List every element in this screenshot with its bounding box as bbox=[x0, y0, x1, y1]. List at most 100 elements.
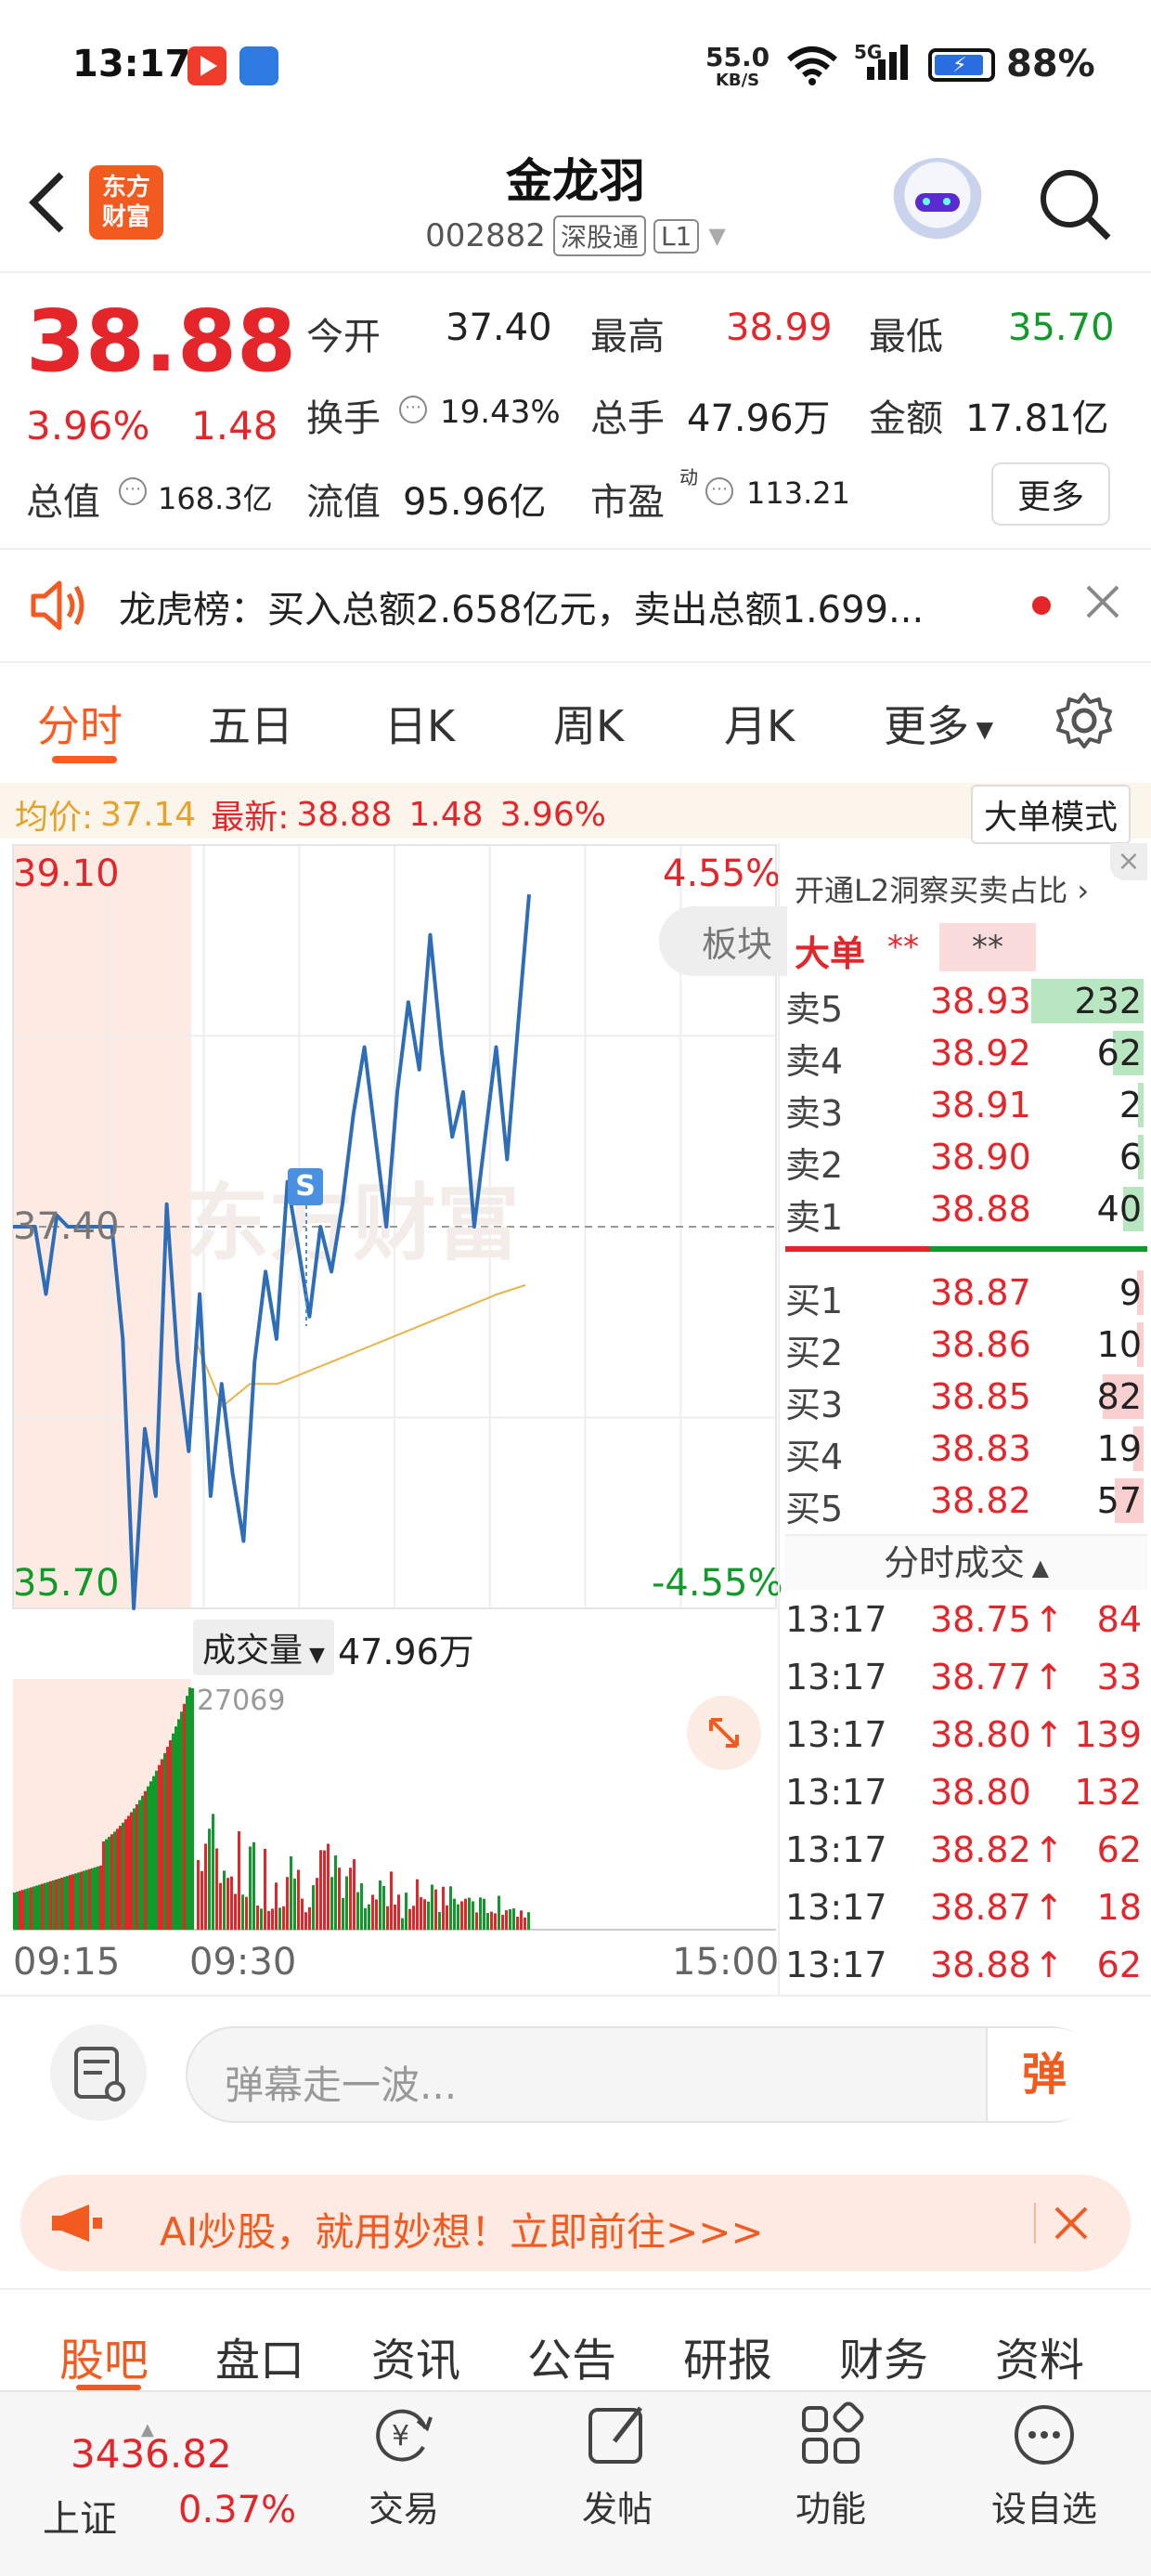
volume-bar bbox=[431, 1884, 433, 1930]
comment-input[interactable]: 弹幕走一波... 弹 bbox=[186, 2026, 1101, 2123]
bid-row[interactable]: 买1 38.87 9 bbox=[785, 1267, 1144, 1321]
info-icon[interactable]: ⋯ bbox=[119, 477, 147, 505]
tab-forum[interactable]: 股吧 bbox=[59, 2323, 149, 2388]
assistant-avatar[interactable] bbox=[891, 158, 984, 251]
ask-row[interactable]: 卖3 38.91 2 bbox=[785, 1079, 1144, 1134]
expand-button[interactable] bbox=[687, 1696, 761, 1770]
volume-header[interactable]: 成交量 ▼ bbox=[193, 1620, 334, 1675]
close-icon[interactable]: × bbox=[1110, 843, 1147, 880]
volume-bar bbox=[80, 1871, 83, 1930]
trade-vol: 33 bbox=[1096, 1657, 1142, 1698]
ad-banner[interactable]: AI炒股，就用妙想！立即前往>>> bbox=[20, 2175, 1131, 2271]
trades-title: 分时成交 bbox=[883, 1542, 1025, 1583]
volume-bar bbox=[122, 1822, 124, 1930]
tab-intraday[interactable]: 分时 bbox=[37, 693, 123, 754]
ask-label: 卖4 bbox=[785, 1041, 844, 1082]
volume-bar bbox=[408, 1908, 411, 1930]
search-button[interactable] bbox=[1036, 165, 1114, 247]
tab-monthly-k[interactable]: 月K bbox=[724, 693, 795, 754]
info-icon[interactable]: ⋯ bbox=[399, 396, 427, 423]
top-pct-label: 4.55% bbox=[663, 852, 782, 895]
trade-vol: 18 bbox=[1096, 1887, 1142, 1928]
volume-bar bbox=[486, 1913, 489, 1930]
l2-link[interactable]: 开通L2洞察买卖占比 › bbox=[795, 867, 1089, 910]
intraday-chart[interactable]: 东方财富 39.10 4.55% 37.40 35.70 -4.55% 板块 S bbox=[0, 843, 787, 1614]
level-tag: L1 bbox=[653, 218, 700, 254]
tab-announcements[interactable]: 公告 bbox=[527, 2323, 616, 2388]
close-icon[interactable] bbox=[1084, 583, 1121, 624]
tab-financials[interactable]: 财务 bbox=[839, 2323, 928, 2388]
ask-row[interactable]: 卖4 38.92 62 bbox=[785, 1027, 1144, 1082]
notice-bar[interactable]: 龙虎榜：买入总额2.658亿元，卖出总额1.699... bbox=[0, 548, 1151, 663]
ask-row[interactable]: 卖2 38.90 6 bbox=[785, 1131, 1144, 1186]
trade-time: 13:17 bbox=[785, 1829, 887, 1870]
ask-row[interactable]: 卖5 38.93 232 bbox=[785, 975, 1144, 1030]
trade-vol: 84 bbox=[1096, 1599, 1142, 1640]
more-circle-icon bbox=[1015, 2405, 1074, 2465]
trades-header[interactable]: 分时成交 ▲ bbox=[785, 1534, 1147, 1590]
volume-bar bbox=[520, 1910, 523, 1930]
bid-row[interactable]: 买5 38.82 57 bbox=[785, 1475, 1144, 1529]
megaphone-icon bbox=[48, 2201, 108, 2249]
tab-more[interactable]: 更多 ▼ bbox=[884, 693, 993, 754]
open-label: 今开 bbox=[306, 316, 381, 358]
caret-down-icon: ▼ bbox=[969, 716, 994, 743]
bid-row[interactable]: 买2 38.86 10 bbox=[785, 1319, 1144, 1373]
tab-news[interactable]: 资讯 bbox=[371, 2323, 460, 2388]
danmu-toggle[interactable]: 弹 bbox=[986, 2028, 1101, 2121]
ask-price: 38.88 bbox=[930, 1189, 1031, 1229]
edit-icon bbox=[588, 2406, 642, 2464]
volume-bar bbox=[375, 1899, 378, 1930]
volume-bar bbox=[30, 1887, 32, 1930]
trade-row: 13:17 38.88 ↑ 62 bbox=[785, 1937, 1144, 1995]
tab-profile[interactable]: 资料 bbox=[995, 2323, 1084, 2388]
nav-add-watchlist[interactable]: 设自选 bbox=[975, 2400, 1114, 2531]
volume-bar bbox=[286, 1877, 289, 1930]
tab-weekly-k[interactable]: 周K bbox=[553, 693, 624, 754]
volume-bar bbox=[32, 1886, 35, 1930]
status-bar: 13:17 55.0 KB/S 5G ⚡ 88% bbox=[0, 0, 1151, 139]
s-marker[interactable]: S bbox=[288, 1168, 323, 1205]
volume-bar bbox=[105, 1839, 108, 1930]
volume-bar bbox=[264, 1848, 266, 1930]
index-name: 上证 bbox=[43, 2498, 117, 2541]
nav-trade[interactable]: ¥ 交易 bbox=[334, 2400, 473, 2531]
volume-bar bbox=[108, 1837, 110, 1930]
tab-daily-k[interactable]: 日K bbox=[384, 693, 455, 754]
volume-bar bbox=[312, 1885, 315, 1930]
comment-placeholder: 弹幕走一波... bbox=[225, 2062, 458, 2108]
nav-post[interactable]: 发帖 bbox=[548, 2400, 687, 2531]
close-icon[interactable] bbox=[1053, 2205, 1090, 2245]
volume-bar bbox=[345, 1876, 348, 1930]
trade-vol: 139 bbox=[1074, 1714, 1142, 1755]
settings-icon[interactable] bbox=[1054, 691, 1114, 754]
tab-five-day[interactable]: 五日 bbox=[208, 693, 293, 754]
chevron-right-icon: › bbox=[1067, 873, 1090, 908]
mcap-label: 总值 bbox=[26, 481, 100, 524]
nav-functions[interactable]: 功能 bbox=[761, 2400, 900, 2531]
volume-bar bbox=[85, 1869, 88, 1930]
bid-row[interactable]: 买4 38.83 19 bbox=[785, 1423, 1144, 1477]
bid-row[interactable]: 买3 38.85 82 bbox=[785, 1371, 1144, 1425]
big-order-mode-button[interactable]: 大单模式 bbox=[971, 785, 1132, 844]
volume-bar bbox=[472, 1901, 474, 1930]
ask-row[interactable]: 卖1 38.88 40 bbox=[785, 1183, 1144, 1238]
volume-bar bbox=[319, 1850, 322, 1930]
comment-toolbar-button[interactable] bbox=[50, 2024, 147, 2121]
info-icon[interactable]: ⋯ bbox=[705, 477, 733, 505]
more-stats-button[interactable]: 更多 bbox=[991, 462, 1111, 526]
volume-bar bbox=[457, 1904, 459, 1930]
tab-research[interactable]: 研报 bbox=[683, 2323, 772, 2388]
time-start: 09:15 bbox=[13, 1941, 121, 1984]
divider bbox=[0, 1995, 1151, 1997]
trade-vol: 132 bbox=[1074, 1772, 1142, 1813]
sector-button[interactable]: 板块 bbox=[659, 906, 787, 976]
index-widget[interactable]: ▲ 3436.82 上证 0.37% bbox=[37, 2420, 316, 2541]
volume-bar bbox=[186, 1696, 188, 1930]
trade-row: 13:17 38.87 ↑ 18 bbox=[785, 1880, 1144, 1937]
volume-bar bbox=[498, 1895, 500, 1930]
volume-bar bbox=[316, 1878, 318, 1930]
volume-bar bbox=[234, 1893, 237, 1930]
wifi-icon bbox=[785, 45, 839, 89]
tab-orderbook[interactable]: 盘口 bbox=[215, 2323, 304, 2388]
